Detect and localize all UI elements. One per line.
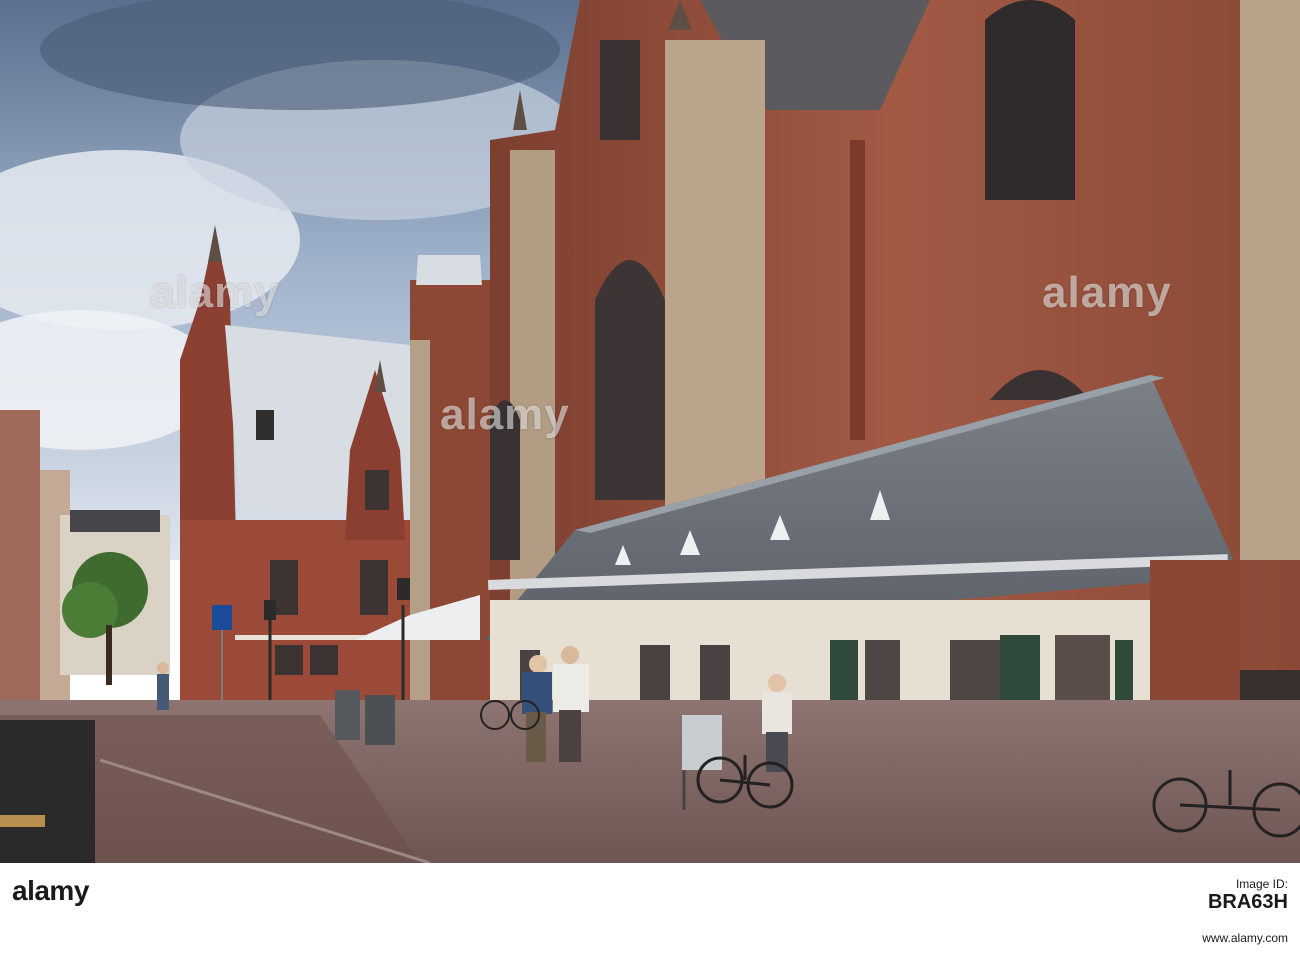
image-id-block: Image ID: BRA63H bbox=[1208, 877, 1288, 914]
church-window-upper-left bbox=[600, 40, 640, 140]
waste-bin-silver bbox=[682, 715, 722, 770]
street-scene bbox=[0, 0, 1300, 863]
image-id-label: Image ID: bbox=[1235, 877, 1288, 891]
church-buttress bbox=[1240, 0, 1300, 560]
tree-trunk bbox=[106, 625, 112, 685]
vleeshal-window bbox=[360, 560, 388, 615]
street-lamp bbox=[264, 600, 276, 620]
cafe-chair bbox=[0, 720, 95, 863]
image-id: BRA63H bbox=[1207, 891, 1288, 913]
person bbox=[157, 662, 169, 710]
church-side-tower-top bbox=[416, 255, 482, 285]
footer-url[interactable]: www.alamy.com bbox=[1202, 931, 1288, 945]
footer-bar: alamy Image ID: BRA63H www.alamy.com bbox=[0, 863, 1300, 953]
vleeshal-window bbox=[275, 645, 303, 675]
church-window-large bbox=[595, 260, 665, 500]
building-far-left bbox=[0, 410, 40, 700]
footer-logo[interactable]: alamy bbox=[12, 875, 89, 907]
cafe-table bbox=[0, 815, 45, 827]
waste-bin bbox=[335, 690, 360, 740]
building-background-roof bbox=[70, 510, 160, 532]
vleeshal-dormer bbox=[256, 410, 274, 440]
street-lamp bbox=[397, 578, 410, 600]
photo: alamy alamy alamy bbox=[0, 0, 1300, 863]
stock-photo-page: alamy alamy alamy alamy Image ID: BRA63H… bbox=[0, 0, 1300, 953]
vleeshal-window bbox=[310, 645, 338, 675]
vleeshal-window bbox=[365, 470, 389, 510]
church-stone-band bbox=[850, 140, 865, 440]
church-side-tower-stone bbox=[410, 340, 430, 700]
traffic-sign bbox=[212, 605, 232, 630]
church-window-upper bbox=[985, 0, 1075, 200]
church-window-small bbox=[490, 400, 520, 560]
church-buttress bbox=[665, 40, 765, 530]
waste-bin bbox=[365, 695, 395, 745]
